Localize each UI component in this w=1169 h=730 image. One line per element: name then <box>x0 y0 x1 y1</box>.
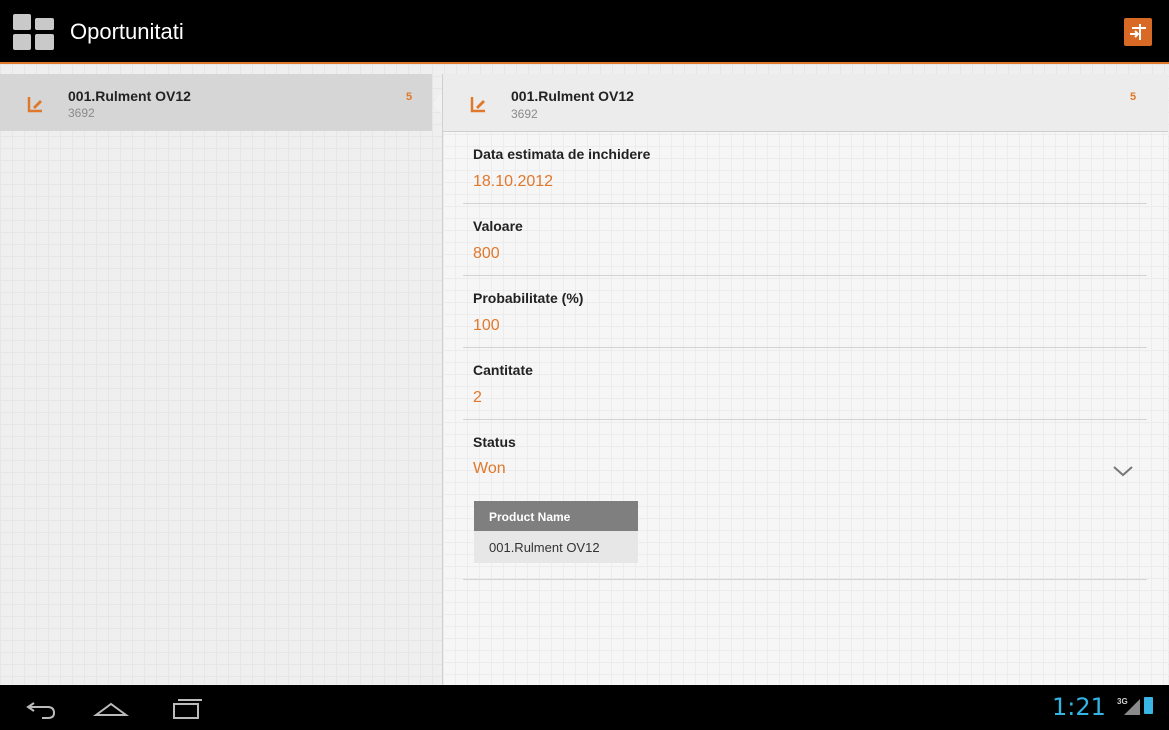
field-probability[interactable]: Probabilitate (%) 100 <box>463 276 1147 348</box>
edit-note-icon[interactable] <box>469 95 487 113</box>
field-label: Status <box>473 434 516 450</box>
products-table: Product Name 001.Rulment OV12 <box>474 501 638 563</box>
field-value: 800 <box>473 245 500 262</box>
filter-settings-icon[interactable] <box>1124 18 1152 46</box>
battery-icon <box>1144 697 1153 714</box>
detail-pane: 001.Rulment OV12 3692 5 Data estimata de… <box>442 74 1168 685</box>
field-label: Data estimata de inchidere <box>473 146 651 162</box>
app-title: Oportunitati <box>70 19 184 44</box>
recent-apps-icon[interactable] <box>166 695 204 721</box>
detail-title: 001.Rulment OV12 <box>511 88 634 104</box>
clock: 1:21 <box>1052 693 1106 721</box>
back-icon[interactable] <box>22 695 58 721</box>
chevron-down-icon[interactable] <box>1112 464 1134 478</box>
field-label: Cantitate <box>473 362 533 378</box>
signal-icon <box>1124 699 1140 715</box>
home-icon[interactable] <box>92 695 130 721</box>
list-item-title: 001.Rulment OV12 <box>68 88 191 104</box>
list-item[interactable]: 001.Rulment OV12 3692 5 <box>0 74 432 131</box>
field-label: Valoare <box>473 218 523 234</box>
field-value: 18.10.2012 <box>473 173 554 190</box>
detail-subtitle: 3692 <box>511 107 538 121</box>
field-value: 100 <box>473 317 500 334</box>
table-row[interactable]: 001.Rulment OV12 <box>474 531 638 563</box>
field-value-amount[interactable]: Valoare 800 <box>463 204 1147 276</box>
detail-count: 5 <box>1130 91 1137 103</box>
system-bar: 1:21 3G <box>0 685 1169 730</box>
field-closing-date[interactable]: Data estimata de inchidere 18.10.2012 <box>463 132 1147 204</box>
field-label: Probabilitate (%) <box>473 290 584 306</box>
list-item-subtitle: 3692 <box>68 106 95 120</box>
content-area: 001.Rulment OV12 3692 5 001.Rulment OV12… <box>0 64 1169 685</box>
list-item-count: 5 <box>406 91 413 103</box>
app-grid-icon[interactable] <box>13 14 54 50</box>
edit-note-icon <box>26 95 44 113</box>
detail-header: 001.Rulment OV12 3692 5 <box>443 74 1168 132</box>
action-bar: Oportunitati <box>0 0 1169 64</box>
field-value: 2 <box>473 389 482 406</box>
products-table-header: Product Name <box>474 501 638 531</box>
status-dropdown-value[interactable]: Won <box>473 460 506 478</box>
field-quantity[interactable]: Cantitate 2 <box>463 348 1147 420</box>
